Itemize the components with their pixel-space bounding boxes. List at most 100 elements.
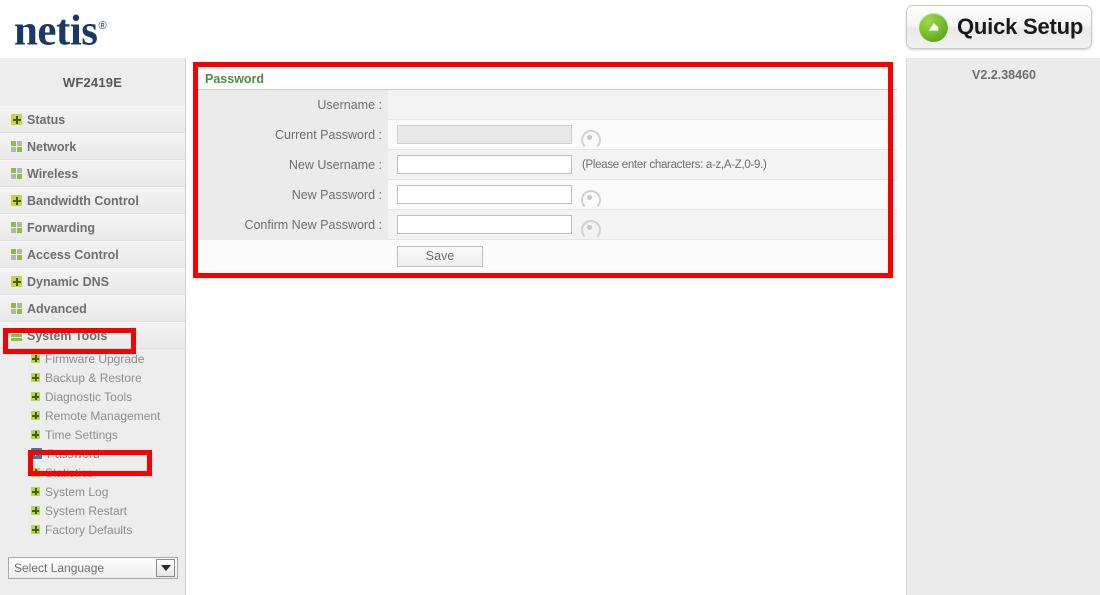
submenu-item-firmware-upgrade[interactable]: Firmware Upgrade [0,349,185,368]
field-label: New Password : [197,179,388,210]
green-circle-arrow-icon [919,12,948,42]
sidebar-item-label: Network [27,139,77,154]
submenu-item-label: Firmware Upgrade [45,351,145,366]
submenu-item-time-settings[interactable]: Time Settings [0,425,185,444]
field-value [388,210,897,240]
submenu-item-factory-defaults[interactable]: Factory Defaults [0,520,185,539]
quick-setup-button[interactable]: Quick Setup [906,5,1092,49]
sidebar-item-label: Forwarding [27,220,96,235]
grid-icon [11,141,22,152]
star-icon [31,506,40,515]
sidebar-item-label: Wireless [27,166,79,181]
form-row-new-password: New Password : [197,179,897,210]
submenu-item-label: Time Settings [45,427,118,442]
registered-trademark-icon: ® [98,20,107,32]
sidebar-item-access-control[interactable]: Access Control [0,241,185,268]
new-username-input[interactable] [397,155,572,174]
netis-logo: netis® [14,2,107,55]
sidebar-item-label: Bandwidth Control [27,193,139,208]
quick-setup-label: Quick Setup [957,14,1084,39]
sidebar-item-label: Status [27,112,66,127]
field-value [388,180,897,210]
field-label: Username : [197,89,388,120]
sidebar-item-bandwidth-control[interactable]: Bandwidth Control [0,187,185,214]
play-icon [31,448,42,459]
submenu-item-label: Statistics [45,465,94,480]
main-content: Password Username : Current Password : N… [186,58,907,595]
sidebar-item-system-tools[interactable]: System Tools [0,322,185,349]
sidebar-item-status[interactable]: Status [0,106,185,133]
logo-text: netis [14,7,98,55]
form-row-current-password: Current Password : [197,119,897,150]
star-icon [31,392,40,401]
sidebar-item-label: Access Control [27,247,119,262]
star-icon [11,114,22,125]
sidebar-item-network[interactable]: Network [0,133,185,160]
router-admin-page: netis® Quick Setup WF2419E Status Networ… [0,0,1100,595]
submenu-item-label: System Log [45,484,109,499]
sidebar: WF2419E Status Network Wireless Bandwidt… [0,58,186,595]
submenu-item-label: System Restart [45,503,128,518]
submenu-item-label: Diagnostic Tools [45,389,133,404]
form-row-confirm-new-password: Confirm New Password : [197,209,897,240]
form-row-new-username: New Username : (Please enter characters:… [197,149,897,180]
chevron-down-icon[interactable] [156,559,175,577]
field-value [388,90,897,120]
form-row-username: Username : [197,89,897,120]
grid-icon [11,249,22,260]
field-label: New Username : [197,149,388,180]
show-password-eye-icon[interactable] [580,186,601,210]
field-label: Current Password : [197,119,388,150]
new-username-hint: (Please enter characters: a-z,A-Z,0-9.) [582,158,767,171]
submenu-item-label: Password [47,446,100,461]
field-value: (Please enter characters: a-z,A-Z,0-9.) [388,150,897,180]
grid-icon [11,168,22,179]
language-select-label: Select Language [14,561,105,575]
submenu-item-label: Backup & Restore [45,370,142,385]
star-icon [31,411,40,420]
star-icon [31,373,40,382]
submenu-item-system-restart[interactable]: System Restart [0,501,185,520]
language-select[interactable]: Select Language [8,557,178,579]
system-tools-submenu: Firmware Upgrade Backup & Restore Diagno… [0,349,185,539]
star-icon [31,525,40,534]
page-title: Password [197,68,897,90]
form-row-actions: Save [197,240,897,272]
submenu-item-password[interactable]: Password [0,444,185,463]
star-icon [11,276,22,287]
save-button[interactable]: Save [397,245,483,267]
new-password-input[interactable] [397,185,572,204]
sidebar-item-label: System Tools [27,328,108,343]
field-value [388,120,897,150]
bars-icon [11,330,22,341]
right-panel: V2.2.38460 [908,58,1100,595]
sidebar-item-advanced[interactable]: Advanced [0,295,185,322]
sidebar-item-label: Dynamic DNS [27,274,109,289]
star-icon [31,487,40,496]
sidebar-item-wireless[interactable]: Wireless [0,160,185,187]
sidebar-item-forwarding[interactable]: Forwarding [0,214,185,241]
page-header: netis® Quick Setup [0,0,1100,58]
sidebar-item-dynamic-dns[interactable]: Dynamic DNS [0,268,185,295]
submenu-item-remote-management[interactable]: Remote Management [0,406,185,425]
password-panel: Password Username : Current Password : N… [197,68,897,272]
field-label: Confirm New Password : [197,209,388,240]
submenu-item-statistics[interactable]: Statistics [0,463,185,482]
submenu-item-backup-restore[interactable]: Backup & Restore [0,368,185,387]
submenu-item-diagnostic-tools[interactable]: Diagnostic Tools [0,387,185,406]
star-icon [11,195,22,206]
firmware-version-label: V2.2.38460 [972,68,1036,82]
star-icon [31,354,40,363]
current-password-input[interactable] [397,125,572,144]
submenu-item-label: Factory Defaults [45,522,133,537]
confirm-new-password-input[interactable] [397,215,572,234]
show-password-eye-icon[interactable] [580,216,601,240]
star-icon [31,468,40,477]
show-password-eye-icon[interactable] [580,126,601,150]
star-icon [31,430,40,439]
submenu-item-system-log[interactable]: System Log [0,482,185,501]
grid-icon [11,222,22,233]
submenu-item-label: Remote Management [45,408,161,423]
sidebar-item-label: Advanced [27,301,87,316]
device-model-label: WF2419E [62,74,123,90]
